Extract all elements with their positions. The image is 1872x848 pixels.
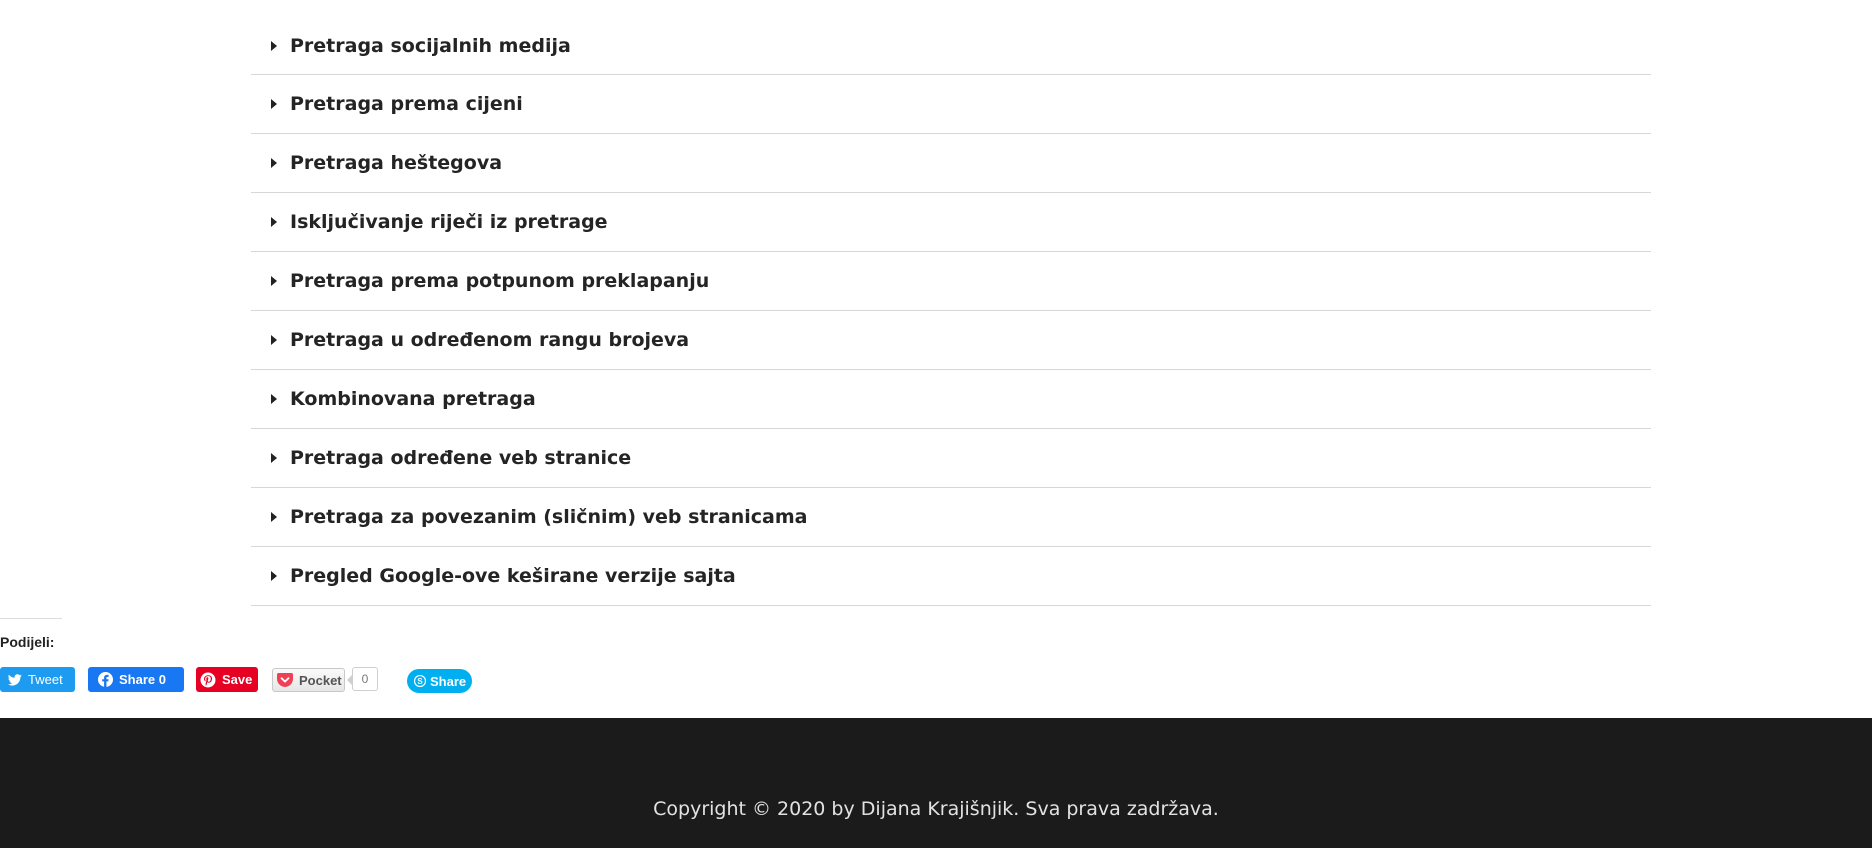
share-buttons: Tweet Share 0 Save Pocket 0 S Share: [0, 667, 500, 693]
accordion-item-title: Pretraga za povezanim (sličnim) veb stra…: [290, 506, 808, 528]
caret-right-icon: [271, 276, 277, 286]
faq-accordion: Pretraga socijalnih medija Pretraga prem…: [251, 17, 1651, 606]
tweet-button[interactable]: Tweet: [0, 667, 75, 692]
site-footer: Copyright © 2020 by Dijana Krajišnjik. S…: [0, 718, 1872, 848]
accordion-item-related-sites[interactable]: Pretraga za povezanim (sličnim) veb stra…: [251, 488, 1651, 547]
pinterest-save-label: Save: [222, 672, 253, 687]
accordion-item-exact-match[interactable]: Pretraga prema potpunom preklapanju: [251, 252, 1651, 311]
accordion-item-title: Pretraga socijalnih medija: [290, 34, 571, 57]
accordion-item-hashtag-search[interactable]: Pretraga heštegova: [251, 134, 1651, 193]
caret-right-icon: [271, 335, 277, 345]
caret-right-icon: [271, 394, 277, 404]
accordion-item-cached-version[interactable]: Pregled Google-ove keširane verzije sajt…: [251, 547, 1651, 606]
copyright-text: Copyright © 2020 by Dijana Krajišnjik. S…: [653, 798, 1219, 820]
accordion-item-title: Pretraga prema potpunom preklapanju: [290, 270, 710, 292]
accordion-item-title: Pretraga u određenom rangu brojeva: [290, 329, 690, 351]
pocket-count-badge: 0: [347, 667, 378, 691]
accordion-item-exclude-words[interactable]: Isključivanje riječi iz pretrage: [251, 193, 1651, 252]
pocket-label: Pocket: [299, 672, 342, 688]
twitter-bird-icon: [8, 673, 22, 686]
accordion-item-title: Pretraga prema cijeni: [290, 93, 523, 115]
accordion-item-title: Pretraga heštegova: [290, 152, 503, 174]
skype-share-label: Share: [430, 673, 467, 689]
pocket-button[interactable]: Pocket: [272, 668, 345, 692]
facebook-share-label: Share 0: [119, 672, 166, 687]
caret-right-icon: [271, 453, 277, 463]
facebook-icon: [98, 672, 113, 687]
share-divider: [0, 618, 62, 619]
accordion-item-price-search[interactable]: Pretraga prema cijeni: [251, 75, 1651, 134]
pinterest-icon: [200, 672, 216, 688]
accordion-item-number-range[interactable]: Pretraga u određenom rangu brojeva: [251, 311, 1651, 370]
accordion-item-title: Isključivanje riječi iz pretrage: [290, 211, 608, 233]
tweet-label: Tweet: [28, 672, 63, 687]
accordion-item-title: Pregled Google-ove keširane verzije sajt…: [290, 565, 736, 587]
caret-right-icon: [271, 512, 277, 522]
caret-right-icon: [271, 217, 277, 227]
skype-share-button[interactable]: S Share: [407, 669, 472, 693]
facebook-share-button[interactable]: Share 0: [88, 667, 184, 692]
caret-right-icon: [271, 158, 277, 168]
caret-right-icon: [271, 40, 277, 51]
skype-icon: S: [414, 675, 426, 687]
accordion-item-combined-search[interactable]: Kombinovana pretraga: [251, 370, 1651, 429]
caret-right-icon: [271, 571, 277, 581]
accordion-item-site-search[interactable]: Pretraga određene veb stranice: [251, 429, 1651, 488]
share-heading: Podijeli:: [0, 634, 55, 650]
page: Pretraga socijalnih medija Pretraga prem…: [0, 0, 1872, 848]
svg-text:S: S: [417, 677, 423, 686]
caret-right-icon: [271, 99, 277, 109]
accordion-item-title: Kombinovana pretraga: [290, 388, 536, 410]
pinterest-save-button[interactable]: Save: [196, 667, 258, 692]
accordion-item-title: Pretraga određene veb stranice: [290, 447, 632, 469]
accordion-item-social-media-search[interactable]: Pretraga socijalnih medija: [251, 17, 1651, 75]
pocket-icon: [277, 673, 293, 687]
